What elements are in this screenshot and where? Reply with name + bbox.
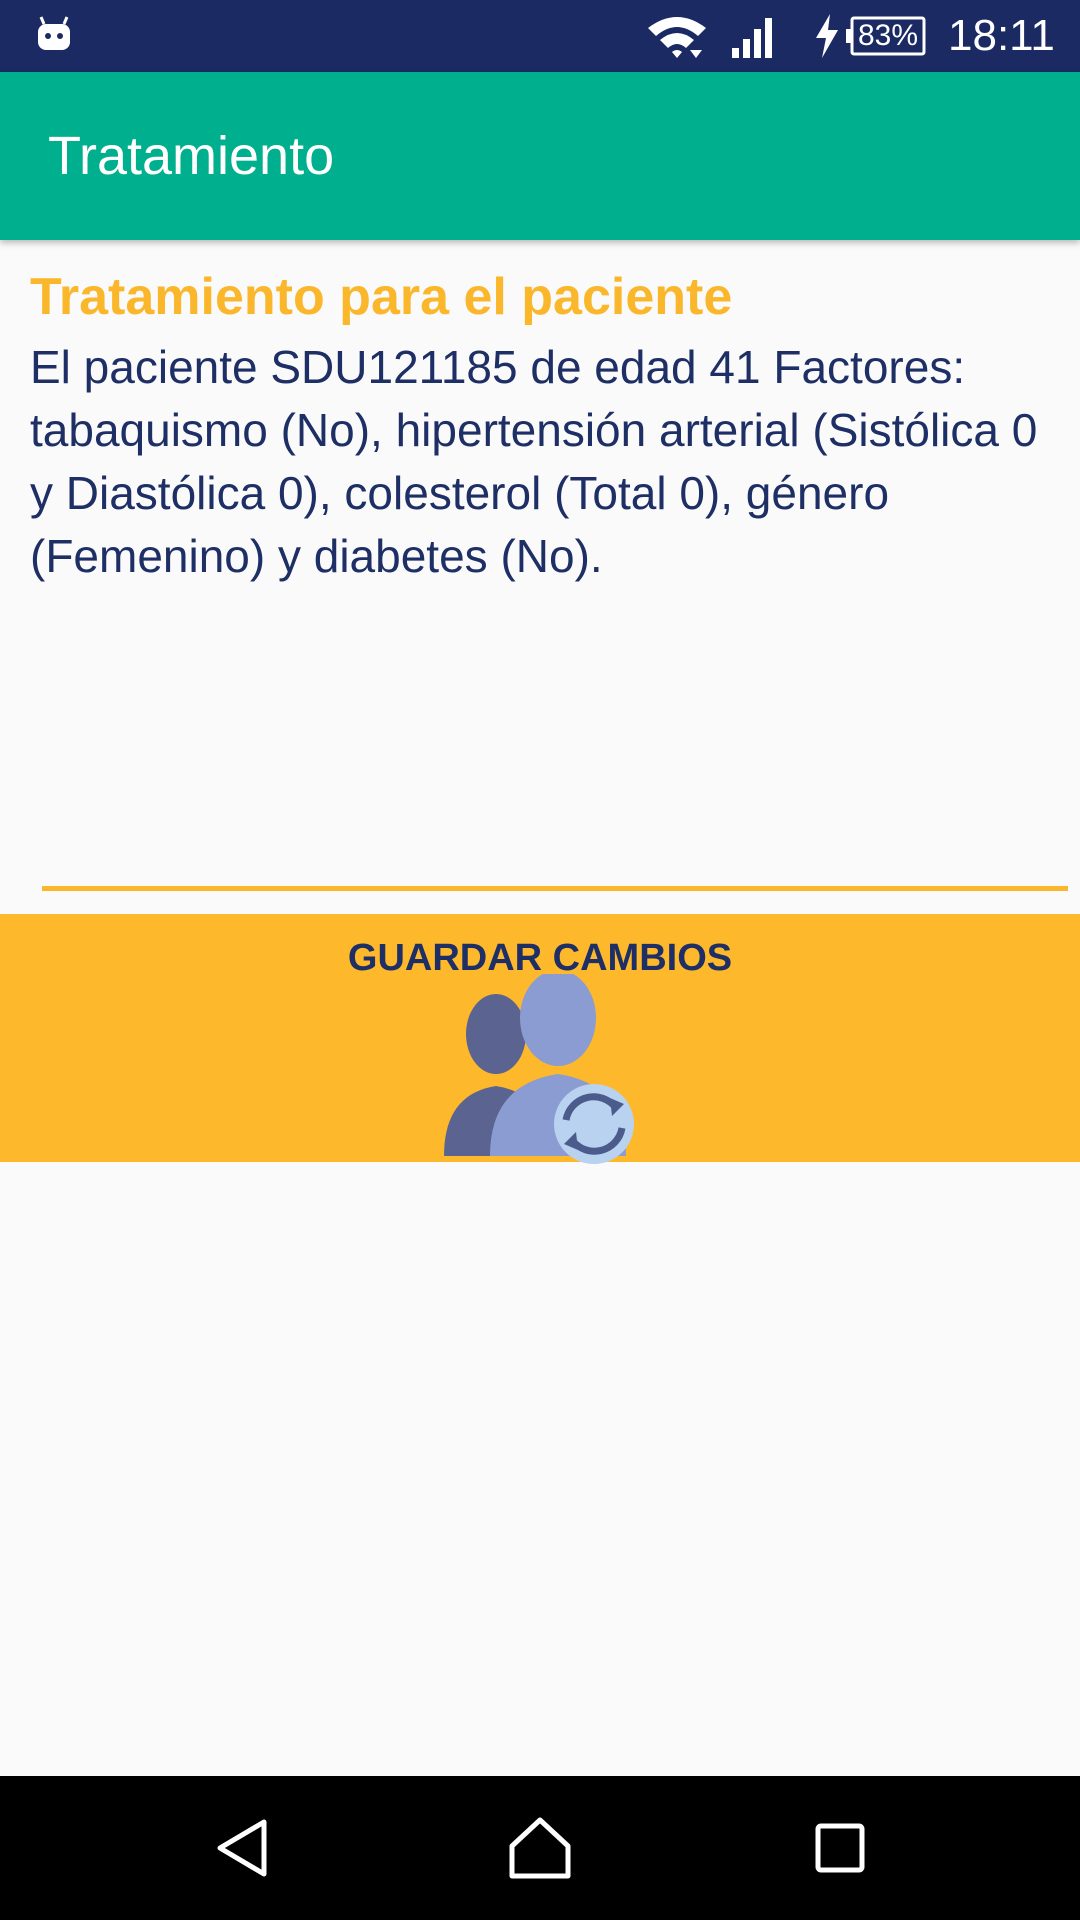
clock: 18:11 [948, 11, 1055, 60]
page-title: Tratamiento [48, 126, 335, 186]
recents-icon[interactable] [804, 1812, 876, 1884]
patient-description: El paciente SDU121185 de edad 41 Factore… [30, 341, 1038, 582]
cell-signal-icon [732, 18, 772, 58]
home-icon[interactable] [504, 1812, 576, 1884]
status-bar: 83% 18:11 [0, 0, 1080, 72]
users-sync-icon [444, 974, 634, 1164]
treatment-heading: Tratamiento para el paciente [30, 268, 733, 326]
android-notification-icon [38, 16, 70, 50]
charging-bolt-icon [816, 14, 838, 58]
app-bar: Tratamiento [0, 72, 1080, 240]
save-changes-button[interactable]: GUARDAR CAMBIOS [0, 914, 1080, 1164]
back-icon[interactable] [206, 1812, 278, 1884]
wifi-icon [648, 17, 706, 58]
system-navigation-bar [0, 1776, 1080, 1920]
divider [42, 886, 1068, 891]
battery-percent: 83% [857, 19, 919, 52]
